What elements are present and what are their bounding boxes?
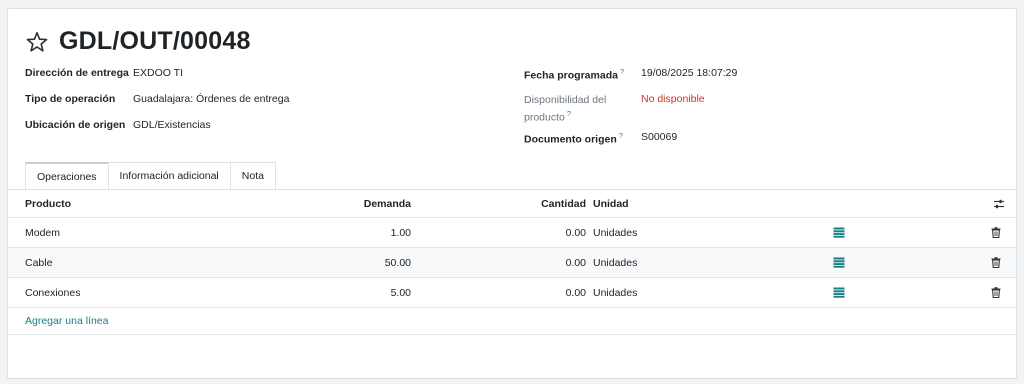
row-product[interactable]: Cable xyxy=(25,248,52,277)
availability-label-line2: producto xyxy=(524,111,565,124)
table-row[interactable]: Modem 1.00 0.00 Unidades xyxy=(8,218,1016,248)
list-icon[interactable] xyxy=(833,278,845,307)
row-quantity[interactable]: 0.00 xyxy=(566,278,586,307)
table-row[interactable]: Cable 50.00 0.00 Unidades xyxy=(8,248,1016,278)
star-icon[interactable] xyxy=(25,30,49,54)
row-unit[interactable]: Unidades xyxy=(593,278,637,307)
operation-type-label: Tipo de operación xyxy=(25,93,116,105)
header-demand[interactable]: Demanda xyxy=(364,190,411,217)
delivery-address-value[interactable]: EXDOO TI xyxy=(133,67,183,79)
help-icon[interactable]: ? xyxy=(567,109,571,118)
row-quantity[interactable]: 0.00 xyxy=(566,218,586,247)
header-quantity[interactable]: Cantidad xyxy=(541,190,586,217)
help-icon[interactable]: ? xyxy=(619,131,623,140)
list-icon[interactable] xyxy=(833,248,845,277)
availability-label-line1: Disponibilidad del xyxy=(524,94,607,106)
help-icon[interactable]: ? xyxy=(620,67,624,76)
origin-document-row: Documento origen? S00069 xyxy=(524,131,737,157)
tab-additional-info[interactable]: Información adicional xyxy=(107,162,231,189)
record-title: GDL/OUT/00048 xyxy=(59,27,251,55)
row-quantity[interactable]: 0.00 xyxy=(566,248,586,277)
trash-icon[interactable] xyxy=(991,248,1001,277)
availability-row: Disponibilidad del producto? No disponib… xyxy=(524,93,737,131)
scheduled-date-label-text: Fecha programada xyxy=(524,69,618,82)
tab-operations[interactable]: Operaciones xyxy=(25,162,109,189)
source-location-label: Ubicación de origen xyxy=(25,119,126,131)
row-product[interactable]: Modem xyxy=(25,218,60,247)
origin-document-value[interactable]: S00069 xyxy=(641,131,677,143)
notebook-tabs: Operaciones Información adicional Nota xyxy=(25,162,276,189)
availability-label: Disponibilidad del producto? xyxy=(524,93,641,125)
tab-note[interactable]: Nota xyxy=(229,162,276,189)
origin-document-label-text: Documento origen xyxy=(524,133,617,146)
form-sheet: GDL/OUT/00048 Dirección de entrega EXDOO… xyxy=(7,8,1017,379)
row-product[interactable]: Conexiones xyxy=(25,278,80,307)
row-demand[interactable]: 50.00 xyxy=(385,248,411,277)
trash-icon[interactable] xyxy=(991,218,1001,247)
row-demand[interactable]: 1.00 xyxy=(391,218,411,247)
right-fields: Fecha programada? 19/08/2025 18:07:29 Di… xyxy=(524,67,737,157)
row-unit[interactable]: Unidades xyxy=(593,248,637,277)
operations-table: Producto Demanda Cantidad Unidad Modem 1… xyxy=(8,190,1016,335)
trash-icon[interactable] xyxy=(991,278,1001,307)
table-row[interactable]: Conexiones 5.00 0.00 Unidades xyxy=(8,278,1016,308)
source-location-value[interactable]: GDL/Existencias xyxy=(133,119,211,131)
origin-document-label: Documento origen? xyxy=(524,131,641,146)
operation-type-value[interactable]: Guadalajara: Órdenes de entrega xyxy=(133,93,289,105)
row-unit[interactable]: Unidades xyxy=(593,218,637,247)
scheduled-date-row: Fecha programada? 19/08/2025 18:07:29 xyxy=(524,67,737,93)
left-fields: Dirección de entrega EXDOO TI Tipo de op… xyxy=(25,67,289,145)
row-demand[interactable]: 5.00 xyxy=(391,278,411,307)
operation-type-row: Tipo de operación Guadalajara: Órdenes d… xyxy=(25,93,289,119)
add-line-link[interactable]: Agregar una línea xyxy=(25,308,108,334)
sliders-icon[interactable] xyxy=(993,190,1005,217)
list-icon[interactable] xyxy=(833,218,845,247)
add-line-row: Agregar una línea xyxy=(8,308,1016,335)
scheduled-date-value[interactable]: 19/08/2025 18:07:29 xyxy=(641,67,737,79)
header-product[interactable]: Producto xyxy=(25,190,71,217)
availability-value: No disponible xyxy=(641,93,705,105)
title-row: GDL/OUT/00048 xyxy=(25,27,251,56)
scheduled-date-label: Fecha programada? xyxy=(524,67,641,82)
table-header: Producto Demanda Cantidad Unidad xyxy=(8,190,1016,218)
delivery-address-row: Dirección de entrega EXDOO TI xyxy=(25,67,289,93)
header-unit[interactable]: Unidad xyxy=(593,190,629,217)
delivery-address-label: Dirección de entrega xyxy=(25,67,129,79)
source-location-row: Ubicación de origen GDL/Existencias xyxy=(25,119,289,145)
